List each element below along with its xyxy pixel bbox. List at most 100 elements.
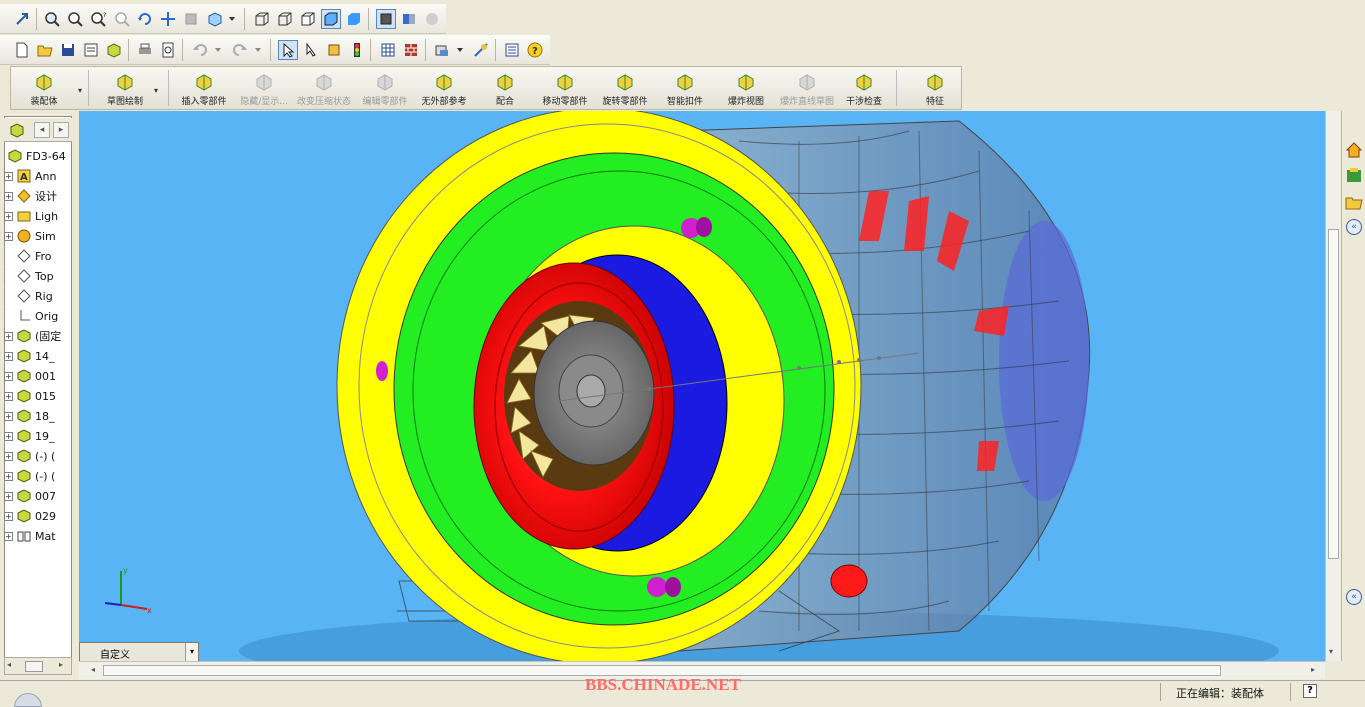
chevron-down-icon[interactable]: [212, 40, 224, 60]
tree-item[interactable]: + Sim: [4, 226, 70, 246]
roll-view-icon[interactable]: [181, 9, 201, 29]
command-interference-check-button[interactable]: 干涉检查: [843, 70, 885, 110]
view-orientation-select[interactable]: 自定义 ▾: [79, 642, 199, 661]
zoom-in-out-icon[interactable]: ?: [88, 9, 108, 29]
realview-icon[interactable]: [422, 9, 442, 29]
command-edit-component-button[interactable]: 编辑零部件: [360, 70, 410, 110]
command-exploded-view-button[interactable]: 爆炸视图: [724, 70, 768, 110]
tree-item[interactable]: + 设计: [4, 186, 70, 206]
chevron-down-icon[interactable]: [226, 9, 238, 29]
open-folder-icon[interactable]: [35, 40, 55, 60]
select-arrow-icon[interactable]: [278, 40, 298, 60]
section-view-icon[interactable]: [399, 9, 419, 29]
expand-icon[interactable]: +: [4, 451, 13, 461]
tree-item[interactable]: Rig: [4, 286, 70, 306]
chevron-down-icon[interactable]: ▾: [154, 86, 158, 95]
command-suppress-state-button[interactable]: 改变压缩状态: [296, 70, 352, 110]
properties-icon[interactable]: [502, 40, 522, 60]
command-explode-line-sketch-button[interactable]: 爆炸直线草图: [778, 70, 836, 110]
tree-item[interactable]: + Ligh: [4, 206, 70, 226]
shaded-icon[interactable]: [344, 9, 364, 29]
panel-bottom-scrollbar[interactable]: ◂ ▸: [4, 657, 72, 675]
expand-icon[interactable]: +: [4, 431, 13, 441]
grid-icon[interactable]: [378, 40, 398, 60]
command-sketch-button[interactable]: 草图绘制: [92, 70, 158, 110]
scroll-down-arrow-icon[interactable]: ▾: [1329, 647, 1333, 656]
hidden-lines-visible-icon[interactable]: [275, 9, 295, 29]
command-smart-fasteners-button[interactable]: 智能扣件: [664, 70, 706, 110]
chevron-down-icon[interactable]: ▾: [185, 643, 198, 661]
chevron-down-icon[interactable]: [454, 40, 466, 60]
zoom-to-selection-icon[interactable]: [112, 9, 132, 29]
expand-icon[interactable]: +: [4, 351, 13, 361]
tree-item[interactable]: +18_: [4, 406, 70, 426]
print-preview-icon[interactable]: [81, 40, 101, 60]
command-rotate-component-button[interactable]: 旋转零部件: [600, 70, 650, 110]
tree-item[interactable]: + A Ann: [4, 166, 70, 186]
help-icon[interactable]: ?: [525, 40, 545, 60]
viewport-vertical-scrollbar[interactable]: ▾: [1325, 111, 1341, 661]
file-explorer-icon[interactable]: [1345, 193, 1363, 211]
make-assembly-icon[interactable]: [104, 40, 124, 60]
hidden-lines-removed-icon[interactable]: [298, 9, 318, 29]
tree-root[interactable]: FD3-64: [4, 146, 70, 166]
expand-icon[interactable]: +: [4, 411, 13, 421]
standard-views-icon[interactable]: [205, 9, 225, 29]
zoom-to-area-icon[interactable]: [65, 9, 85, 29]
chevron-down-icon[interactable]: [252, 40, 264, 60]
tree-item[interactable]: Fro: [4, 246, 70, 266]
command-mate-button[interactable]: 配合: [490, 70, 520, 110]
options-icon[interactable]: [432, 40, 452, 60]
explode-icon[interactable]: [471, 40, 491, 60]
expand-icon[interactable]: +: [4, 391, 13, 401]
select-icon[interactable]: [12, 9, 32, 29]
command-move-component-button[interactable]: 移动零部件: [540, 70, 590, 110]
tree-item[interactable]: +029: [4, 506, 70, 526]
expand-pane-icon[interactable]: «: [1346, 589, 1362, 605]
tab-scroll-right-button[interactable]: ▸: [53, 122, 69, 138]
windows-orb-icon[interactable]: [14, 693, 42, 707]
expand-icon[interactable]: +: [4, 491, 13, 501]
wireframe-icon[interactable]: [252, 9, 272, 29]
zoom-to-fit-icon[interactable]: [42, 9, 62, 29]
collapse-pane-icon[interactable]: «: [1346, 219, 1362, 235]
command-features-button[interactable]: 特征: [920, 70, 950, 110]
expand-icon[interactable]: +: [4, 371, 13, 381]
chevron-down-icon[interactable]: ▾: [78, 86, 82, 95]
tree-item[interactable]: +14_: [4, 346, 70, 366]
scroll-right-arrow-icon[interactable]: ▸: [59, 660, 71, 672]
expand-icon[interactable]: +: [4, 511, 13, 521]
expand-icon[interactable]: +: [4, 191, 13, 201]
rebuild-icon[interactable]: [324, 40, 344, 60]
expand-icon[interactable]: +: [4, 331, 13, 341]
expand-icon[interactable]: +: [4, 531, 13, 541]
new-document-icon[interactable]: [12, 40, 32, 60]
scrollbar-thumb[interactable]: [1328, 229, 1339, 559]
help-icon[interactable]: ?: [1303, 684, 1317, 698]
tree-item[interactable]: + (固定: [4, 326, 70, 346]
undo-icon[interactable]: [190, 40, 210, 60]
tree-item[interactable]: + Mat: [4, 526, 70, 546]
pan-icon[interactable]: [158, 9, 178, 29]
tab-scroll-left-button[interactable]: ◂: [34, 122, 50, 138]
save-icon[interactable]: [58, 40, 78, 60]
tree-item[interactable]: +19_: [4, 426, 70, 446]
command-assembly-button[interactable]: 装配体: [22, 70, 66, 110]
scrollbar-thumb[interactable]: [25, 661, 43, 672]
command-no-external-references-button[interactable]: 无外部参考: [418, 70, 470, 110]
tree-item[interactable]: Top: [4, 266, 70, 286]
tree-item[interactable]: +015: [4, 386, 70, 406]
design-library-icon[interactable]: [1345, 166, 1363, 184]
scroll-right-arrow-icon[interactable]: ▸: [1311, 665, 1315, 674]
redo-icon[interactable]: [230, 40, 250, 60]
print-icon[interactable]: [135, 40, 155, 60]
graphics-viewport[interactable]: y x 自定义 ▾: [79, 111, 1325, 661]
traffic-light-icon[interactable]: [347, 40, 367, 60]
expand-icon[interactable]: +: [4, 211, 13, 221]
tree-item[interactable]: + (-) (: [4, 466, 70, 486]
scroll-left-arrow-icon[interactable]: ◂: [91, 665, 95, 674]
print-preview-icon[interactable]: [158, 40, 178, 60]
tree-item[interactable]: Orig: [4, 306, 70, 326]
tree-item[interactable]: +007: [4, 486, 70, 506]
home-icon[interactable]: [1345, 141, 1363, 159]
